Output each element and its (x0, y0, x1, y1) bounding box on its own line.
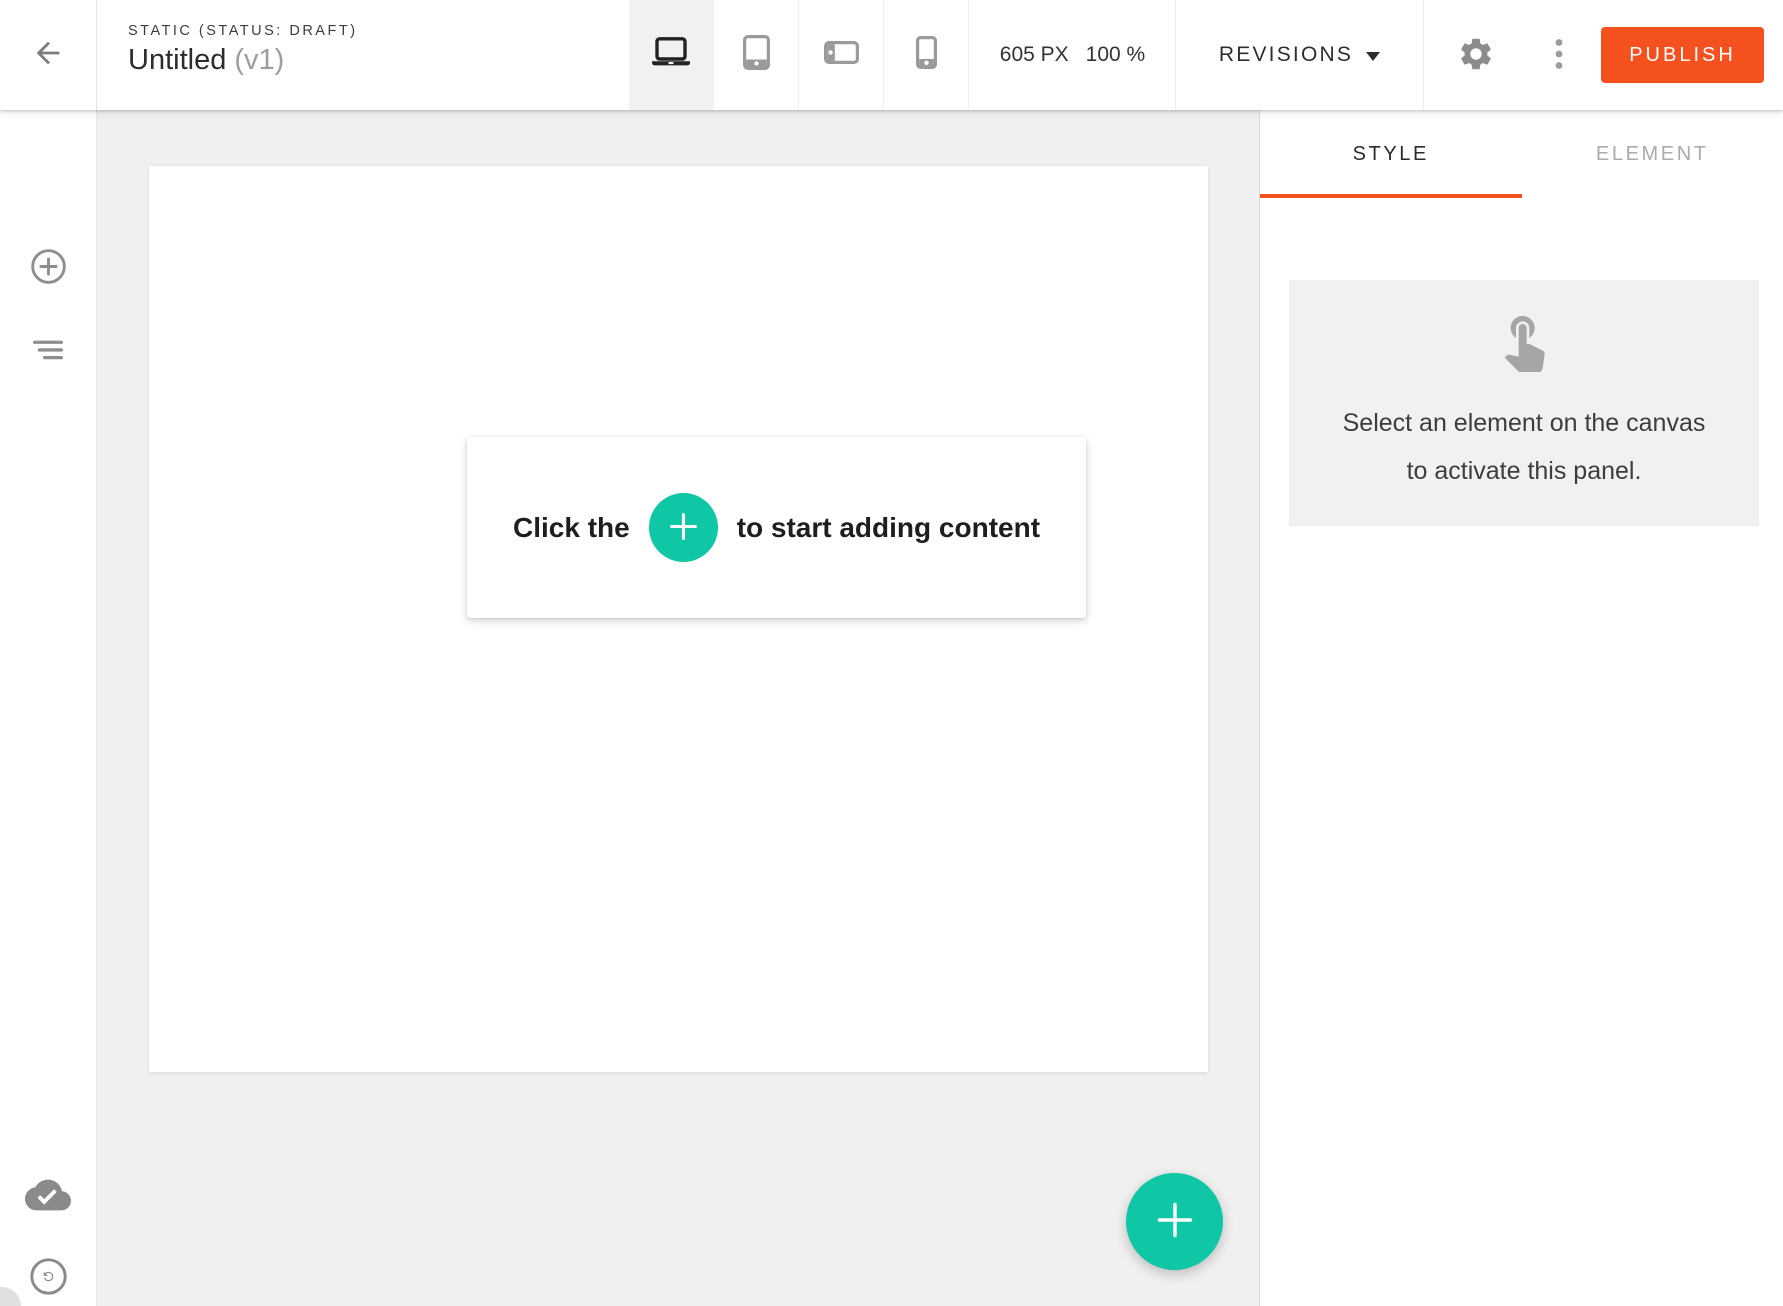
document-status-label: STATIC (STATUS: DRAFT) (128, 23, 358, 39)
top-toolbar: STATIC (STATUS: DRAFT) Untitled (v1) (0, 0, 1783, 110)
add-element-button[interactable] (26, 246, 70, 290)
kebab-menu-icon (1555, 38, 1563, 73)
revisions-label: REVISIONS (1219, 43, 1353, 67)
undo-icon (29, 1257, 68, 1299)
more-options-button[interactable] (1531, 27, 1587, 83)
device-preview-switcher (629, 0, 969, 110)
device-tab-tablet-landscape[interactable] (799, 0, 884, 110)
corner-widget-peek (0, 1287, 21, 1306)
zoom-level-value: 100 % (1086, 43, 1146, 67)
panel-empty-message: Select an element on the canvas to activ… (1289, 399, 1759, 495)
page-outline-button[interactable] (26, 329, 70, 373)
laptop-icon (649, 37, 693, 73)
undo-button[interactable] (26, 1256, 70, 1300)
document-title: Untitled (v1) (128, 44, 358, 77)
cloud-check-icon (25, 1179, 71, 1216)
publish-button[interactable]: PUBLISH (1601, 27, 1764, 83)
revisions-dropdown[interactable]: REVISIONS (1176, 0, 1424, 110)
document-version: (v1) (234, 44, 284, 76)
canvas-workspace: Click the to start adding content (97, 110, 1259, 1306)
device-tab-tablet-portrait[interactable] (714, 0, 799, 110)
device-tab-desktop[interactable] (629, 0, 714, 110)
tab-style[interactable]: STYLE (1260, 110, 1522, 198)
hint-text-before: Click the (513, 512, 630, 544)
back-arrow-icon (31, 36, 65, 75)
panel-empty-state: Select an element on the canvas to activ… (1289, 280, 1759, 526)
panel-tabs: STYLE ELEMENT (1260, 110, 1783, 198)
add-content-fab[interactable] (1126, 1173, 1223, 1270)
plus-icon (667, 510, 700, 546)
plus-icon (1152, 1197, 1198, 1246)
canvas-width-value: 605 PX (1000, 43, 1069, 67)
canvas-dimensions-indicator: 605 PX 100 % (970, 0, 1176, 110)
touch-pointer-icon (1492, 359, 1556, 376)
settings-button[interactable] (1448, 27, 1504, 83)
add-circle-icon (30, 248, 67, 288)
mobile-icon (916, 36, 937, 74)
chevron-down-icon (1366, 52, 1380, 61)
gear-icon (1457, 35, 1495, 76)
tab-element[interactable]: ELEMENT (1522, 110, 1783, 198)
outline-list-icon (32, 340, 64, 363)
back-button[interactable] (0, 0, 97, 110)
left-tool-rail (0, 110, 97, 1306)
autosave-status (26, 1175, 70, 1219)
tablet-landscape-icon (824, 41, 859, 69)
device-tab-mobile[interactable] (884, 0, 969, 110)
properties-panel: STYLE ELEMENT Select an element on the c… (1259, 110, 1783, 1306)
hint-text-after: to start adding content (737, 512, 1040, 544)
document-title-block: STATIC (STATUS: DRAFT) Untitled (v1) (128, 23, 358, 77)
empty-canvas-hint-card: Click the to start adding content (467, 437, 1086, 618)
canvas-page[interactable] (149, 166, 1208, 1072)
inline-add-content-button[interactable] (649, 493, 718, 562)
editor-root: STATIC (STATUS: DRAFT) Untitled (v1) (0, 0, 1783, 1306)
tablet-portrait-icon (743, 35, 770, 75)
